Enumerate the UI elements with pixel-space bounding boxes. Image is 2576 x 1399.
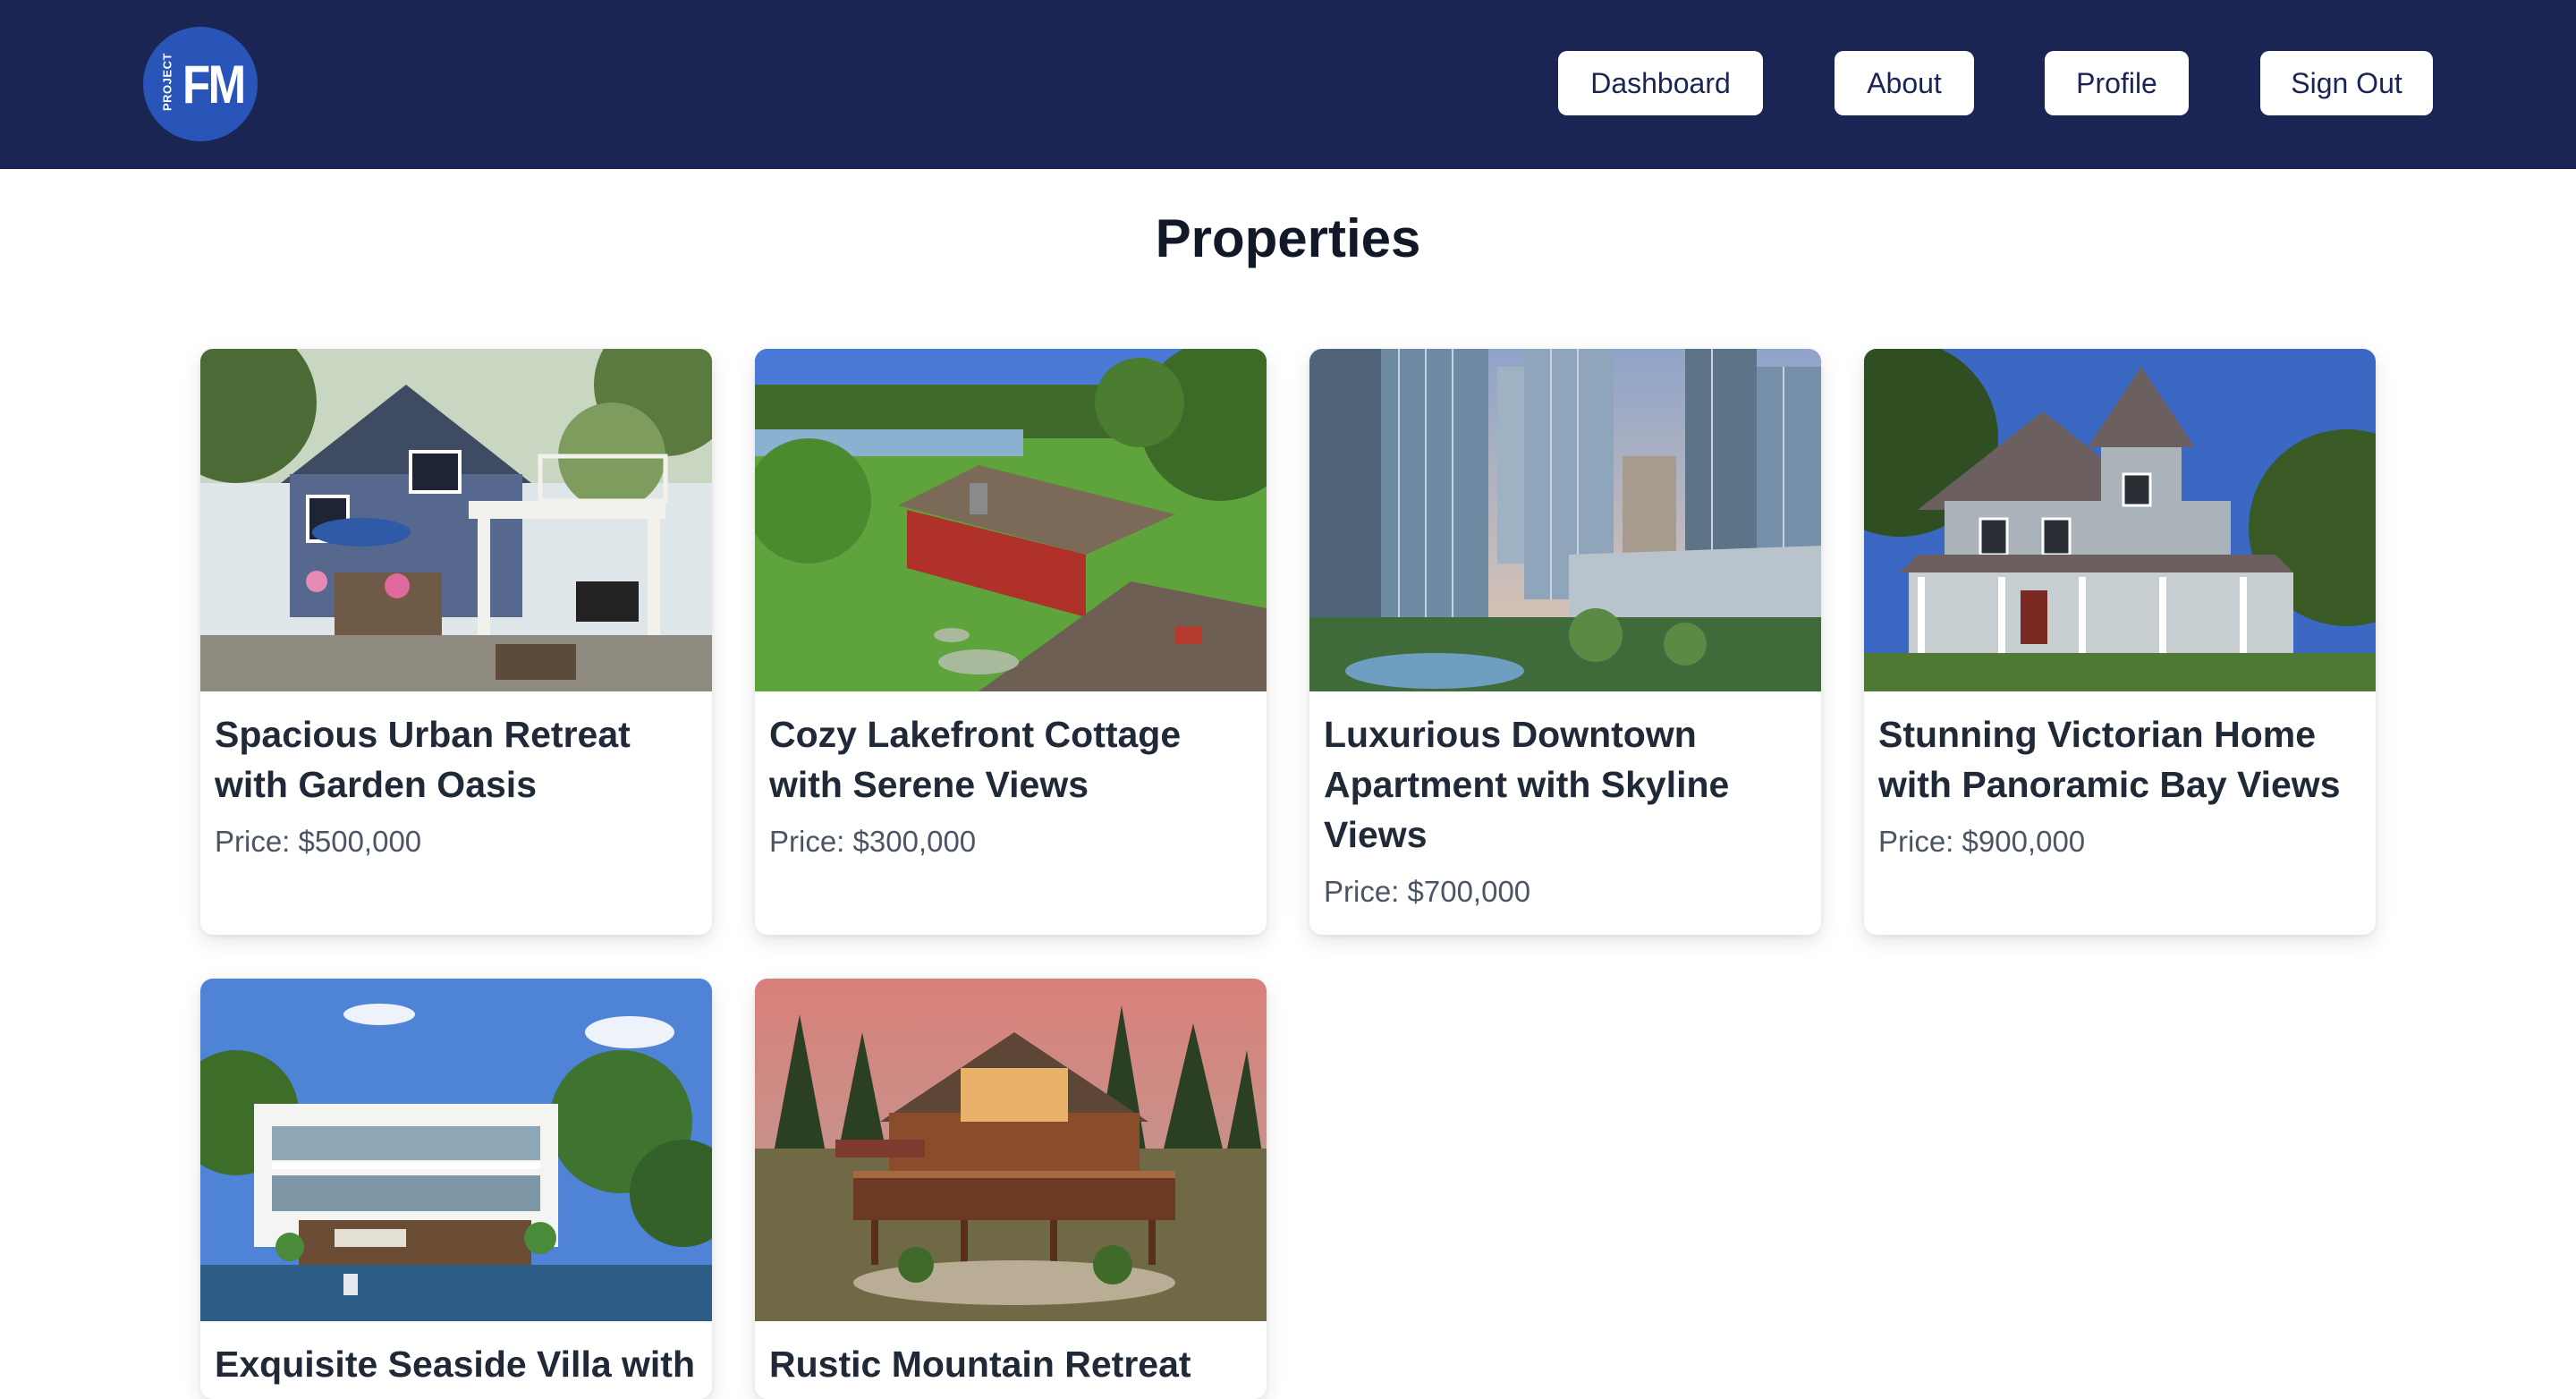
- property-image: [200, 979, 712, 1321]
- property-title: Rustic Mountain Retreat: [769, 1344, 1191, 1385]
- property-title: Exquisite Seaside Villa with: [215, 1344, 696, 1385]
- sign-out-button[interactable]: Sign Out: [2260, 51, 2433, 115]
- dashboard-button[interactable]: Dashboard: [1558, 51, 1763, 115]
- property-price: Price: $500,000: [215, 825, 422, 858]
- property-image: [1864, 349, 2376, 691]
- project-fm-logo[interactable]: PROJECT FM: [143, 27, 258, 141]
- property-price: Price: $300,000: [769, 825, 977, 858]
- page-title: Properties: [1155, 208, 1421, 268]
- property-image: [755, 349, 1267, 691]
- about-button[interactable]: About: [1835, 51, 1974, 115]
- property-card[interactable]: Spacious Urban Retreat with Garden Oasis…: [200, 349, 712, 935]
- property-price: Price: $900,000: [1878, 825, 2086, 858]
- property-image: [200, 349, 712, 691]
- property-card[interactable]: Rustic Mountain Retreat: [755, 979, 1267, 1399]
- property-price: [755, 1389, 1267, 1399]
- property-title: Luxurious Downtown Apartment with Skylin…: [1324, 714, 1730, 855]
- logo-large-text: FM: [182, 55, 246, 114]
- property-image: [755, 979, 1267, 1321]
- property-title: Stunning Victorian Home with Panoramic B…: [1878, 714, 2341, 805]
- property-title: Cozy Lakefront Cottage with Serene Views: [769, 714, 1182, 805]
- property-card[interactable]: Exquisite Seaside Villa with: [200, 979, 712, 1399]
- profile-button[interactable]: Profile: [2045, 51, 2189, 115]
- property-card[interactable]: Stunning Victorian Home with Panoramic B…: [1864, 349, 2376, 935]
- property-price: Price: $700,000: [1324, 875, 1531, 908]
- property-price: [200, 1389, 712, 1399]
- property-card[interactable]: Cozy Lakefront Cottage with Serene Views…: [755, 349, 1267, 935]
- property-title: Spacious Urban Retreat with Garden Oasis: [215, 714, 631, 805]
- logo-small-text: PROJECT: [160, 53, 174, 111]
- top-navbar: PROJECT FM Dashboard About Profile Sign …: [0, 0, 2576, 169]
- property-card[interactable]: Luxurious Downtown Apartment with Skylin…: [1309, 349, 1821, 935]
- property-image: [1309, 349, 1821, 691]
